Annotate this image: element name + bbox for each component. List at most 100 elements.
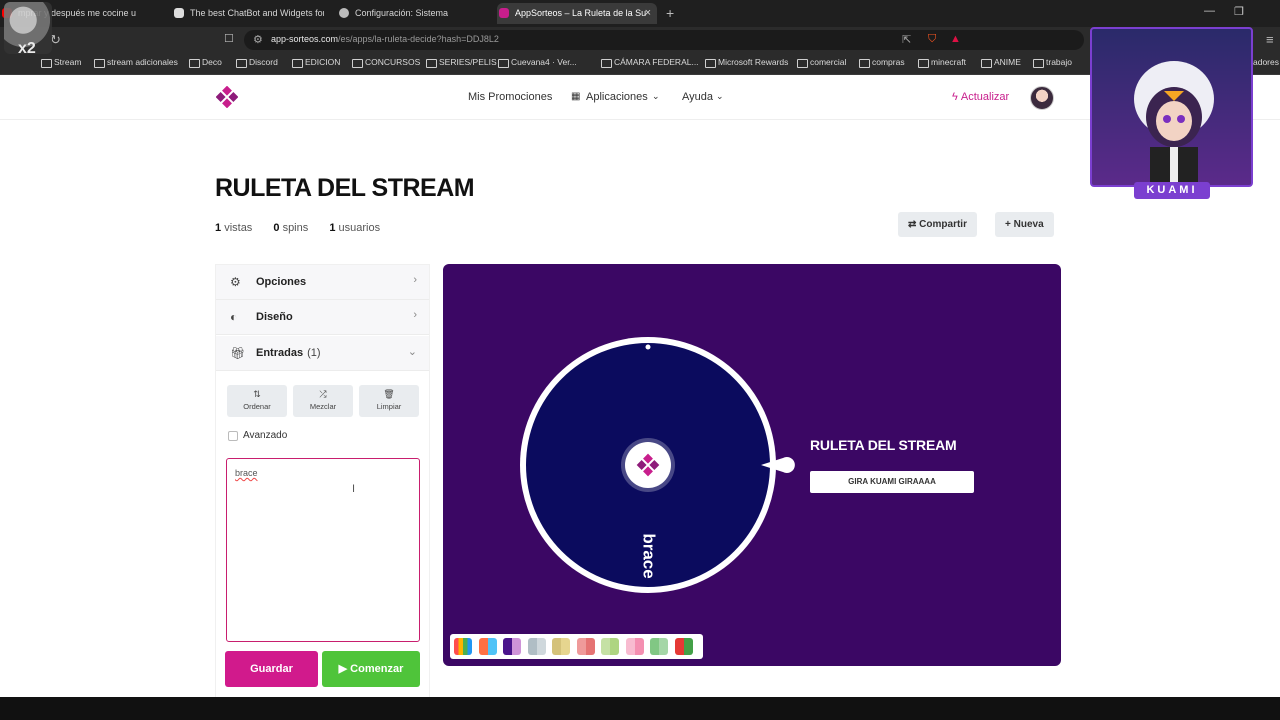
wheel-stage: brace RULETA DEL STREAM GIRA KUAMI GIRAA… <box>443 264 1061 666</box>
bookmark-folder[interactable]: EDICION <box>292 57 340 68</box>
chevron-right-icon: › <box>413 309 417 321</box>
tab-title: The best ChatBot and Widgets for K <box>190 8 324 18</box>
update-link[interactable]: ϟ Actualizar <box>952 91 1009 103</box>
browser-tab[interactable]: The best ChatBot and Widgets for K <box>172 3 324 24</box>
gear-icon: ⚙ <box>230 275 241 289</box>
url-field[interactable]: ⚙ app-sorteos.com/es/apps/la-ruleta-deci… <box>244 30 1084 50</box>
color-swatch[interactable] <box>552 638 570 655</box>
bookmark-folder[interactable]: Deco <box>189 57 222 68</box>
bookmark-link[interactable]: CÁMARA FEDERAL... <box>601 57 699 68</box>
clear-label: Limpiar <box>376 402 402 411</box>
accordion-label: Diseño <box>256 311 293 323</box>
close-icon[interactable]: × <box>645 3 651 24</box>
avatar[interactable] <box>1030 86 1054 110</box>
color-swatch[interactable] <box>576 638 595 655</box>
nav-ayuda[interactable]: Ayuda <box>682 91 713 103</box>
advanced-checkbox[interactable] <box>228 431 238 441</box>
spin-button[interactable]: GIRA KUAMI GIRAAAA <box>810 471 974 493</box>
users-stat: 1 usuarios <box>329 222 381 234</box>
sort-label: Ordenar <box>243 402 271 411</box>
menu-icon[interactable]: ≡ <box>1266 32 1274 47</box>
new-button[interactable]: + Nueva <box>995 212 1054 237</box>
browser-tab[interactable]: Configuración: Sistema <box>337 3 487 24</box>
url-text: app-sorteos.com/es/apps/la-ruleta-decide… <box>271 34 499 44</box>
trash-icon: 🗑︎ <box>383 389 395 399</box>
appsorteos-logo[interactable] <box>216 86 238 108</box>
bookmark-link[interactable]: Cuevana4 · Ver... <box>498 57 577 68</box>
tab-title: Configuración: Sistema <box>355 8 449 18</box>
taskbar <box>0 697 1280 720</box>
webcam-thumbnail: x2 <box>4 2 52 57</box>
clear-button[interactable]: 🗑︎ Limpiar <box>359 385 419 417</box>
sort-button[interactable]: ⇅ Ordenar <box>227 385 287 417</box>
bookmark-folder[interactable]: CONCURSOS <box>352 57 420 68</box>
accordion-entradas[interactable]: 🎁︎ Entradas (1) ⌄ <box>216 336 429 371</box>
browser-tab-active[interactable]: AppSorteos – La Ruleta de la Su × <box>497 3 657 24</box>
bookmark-link[interactable]: Microsoft Rewards <box>705 57 788 68</box>
color-swatch[interactable] <box>503 638 521 655</box>
entry-text: brace <box>235 468 258 478</box>
color-swatch[interactable] <box>650 638 668 655</box>
chevron-right-icon: › <box>413 274 417 286</box>
streamer-name-badge: KUAMI <box>1134 182 1210 199</box>
bookmark-folder[interactable]: compras <box>859 57 905 68</box>
color-swatch[interactable] <box>454 638 472 655</box>
chevron-down-icon: ⌄ <box>716 91 724 101</box>
start-label: Comenzar <box>350 663 404 675</box>
bookmark-folder[interactable]: comercial <box>797 57 846 68</box>
accordion-opciones[interactable]: ⚙ Opciones › <box>216 265 429 300</box>
gift-icon: 🎁︎ <box>230 346 246 360</box>
bookmark-icon[interactable]: ☐ <box>224 32 234 45</box>
chevron-down-icon: ⌄ <box>407 346 417 358</box>
minimize-icon[interactable]: — <box>1204 5 1215 17</box>
color-swatch[interactable] <box>625 638 644 655</box>
site-info-icon[interactable]: ⚙ <box>253 33 263 46</box>
bookmark-folder[interactable]: ANIME <box>981 57 1021 68</box>
new-tab-button[interactable]: + <box>666 3 674 24</box>
shuffle-button[interactable]: ⤮ Mezclar <box>293 385 353 417</box>
share-icon[interactable]: ⇱ <box>902 33 911 46</box>
wheel-segment-label: brace <box>640 533 659 578</box>
color-swatch[interactable] <box>601 638 619 655</box>
start-button[interactable]: ▶ Comenzar <box>322 651 420 687</box>
palette-icon: ◐ <box>230 310 238 324</box>
brave-rewards-icon[interactable]: ▲ <box>950 33 961 45</box>
bookmarks-bar: Stream stream adicionales Deco Discord E… <box>0 53 1280 75</box>
color-palette <box>450 634 703 659</box>
bookmark-folder[interactable]: SERIES/PELIS <box>426 57 497 68</box>
save-button[interactable]: Guardar <box>225 651 318 687</box>
bookmark-folder[interactable]: stream adicionales <box>94 57 178 68</box>
nav-mis-promociones[interactable]: Mis Promociones <box>468 91 552 103</box>
color-swatch[interactable] <box>527 638 546 655</box>
bookmark-folder[interactable]: Stream <box>41 57 81 68</box>
sort-icon: ⇅ <box>253 389 261 399</box>
plus-icon: + <box>1005 219 1011 230</box>
share-icon: ⇄ <box>908 219 917 230</box>
browser-tab-bar: mprar y después me cocine u The best Cha… <box>0 0 1280 27</box>
color-swatch[interactable] <box>478 638 497 655</box>
bookmark-folder[interactable]: Discord <box>236 57 278 68</box>
brave-shield-icon[interactable]: ⛉ <box>928 33 936 46</box>
streamer-avatar-overlay <box>1090 27 1253 187</box>
appsorteos-icon <box>499 8 509 18</box>
shuffle-icon: ⤮ <box>319 389 327 399</box>
text-cursor-icon: I <box>352 483 356 495</box>
cam-badge: x2 <box>18 40 36 57</box>
shuffle-label: Mezclar <box>309 402 337 411</box>
wheel-canvas: brace <box>520 337 795 593</box>
wheel-marker <box>645 344 651 350</box>
bookmark-folder[interactable]: trabajo <box>1033 57 1072 68</box>
color-swatch[interactable] <box>674 638 693 655</box>
share-button[interactable]: ⇄ Compartir <box>898 212 977 237</box>
nav-aplicaciones[interactable]: Aplicaciones <box>586 91 648 103</box>
tab-title: AppSorteos – La Ruleta de la Su <box>515 8 647 18</box>
entries-textarea[interactable]: brace <box>226 458 420 642</box>
restore-icon[interactable]: ❐ <box>1234 5 1244 18</box>
accordion-diseno[interactable]: ◐ Diseño › <box>216 300 429 335</box>
settings-icon <box>339 8 349 18</box>
bookmark-folder[interactable]: minecraft <box>918 57 966 68</box>
grid-icon: ▦ <box>571 91 581 102</box>
wheel-hub[interactable] <box>625 442 671 488</box>
address-bar-row: ↻ ☐ ⚙ app-sorteos.com/es/apps/la-ruleta-… <box>0 27 1280 53</box>
chatbot-icon <box>174 8 184 18</box>
